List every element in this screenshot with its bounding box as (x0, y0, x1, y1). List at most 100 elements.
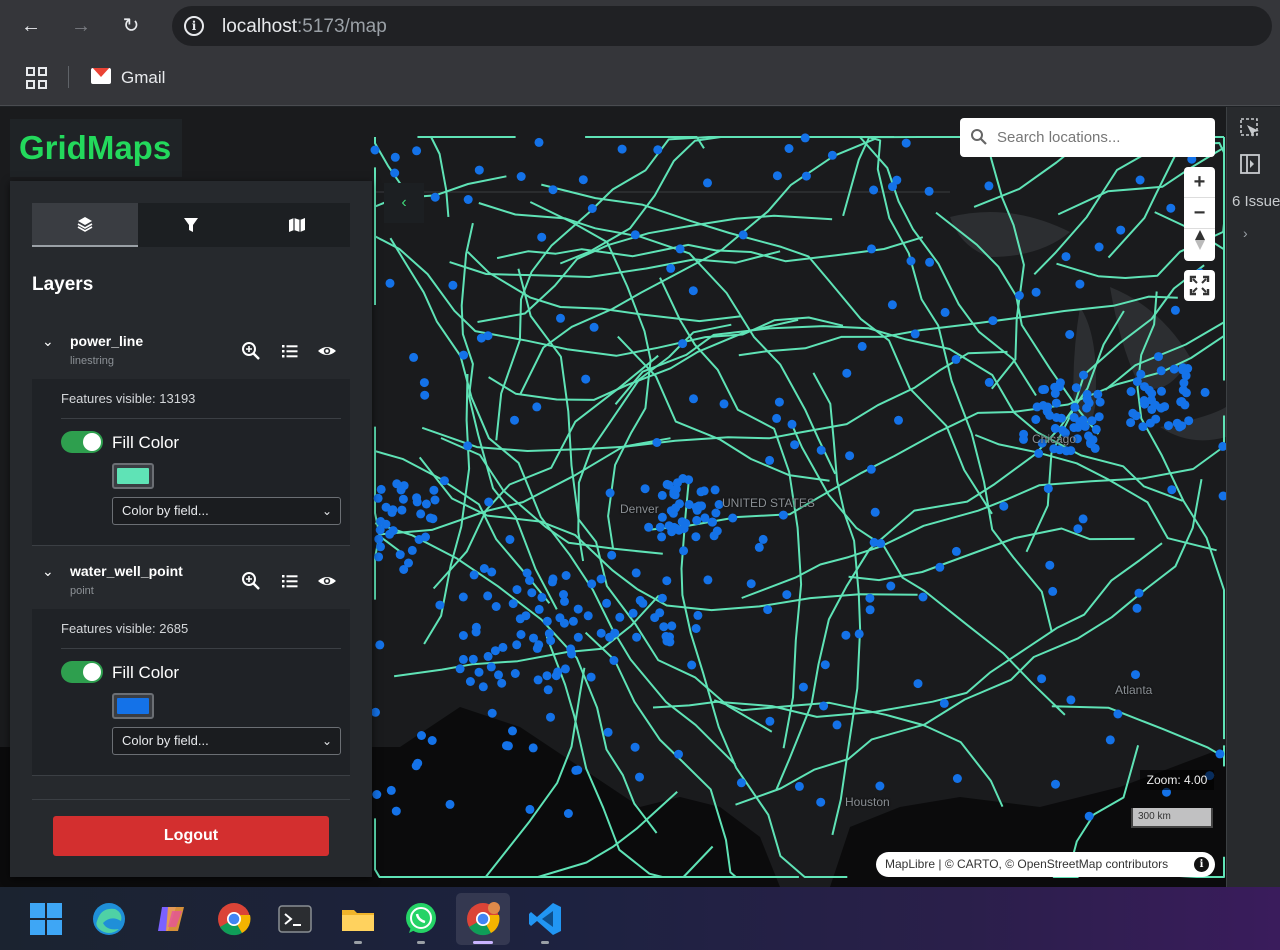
layer-header-water-well-point: ⌄ water_well_point point (32, 557, 350, 613)
url-text[interactable]: localhost:5173/map (222, 16, 387, 38)
chrome-icon[interactable] (216, 901, 252, 937)
water-well-feature (427, 736, 437, 745)
water-well-feature (1040, 384, 1050, 394)
fullscreen-button[interactable] (1184, 270, 1215, 301)
water-well-feature (429, 485, 439, 495)
water-well-feature (1200, 387, 1210, 397)
attribute-list-icon[interactable] (280, 341, 302, 363)
water-well-feature (404, 558, 413, 568)
forward-arrow-icon[interactable]: → (66, 12, 96, 40)
water-well-feature (1131, 670, 1140, 680)
layer-settings-power-line: Features visible: 13193 Fill Color Color… (32, 379, 350, 545)
chrome-profile-icon[interactable] (465, 901, 501, 937)
water-well-feature (924, 186, 934, 196)
water-well-feature (675, 244, 685, 254)
terminal-icon[interactable] (277, 901, 313, 937)
apps-grid-icon[interactable] (26, 67, 48, 89)
water-well-feature (746, 579, 756, 589)
site-info-icon[interactable]: i (184, 16, 204, 36)
running-indicator (417, 941, 425, 944)
edge-browser-icon[interactable] (91, 901, 127, 937)
water-well-feature (573, 604, 583, 614)
info-icon[interactable]: i (1194, 857, 1209, 872)
search-input[interactable]: Search locations... (997, 129, 1120, 146)
city-label-denver: Denver (620, 502, 659, 516)
maplibre-link[interactable]: MapLibre (885, 857, 935, 871)
browser-toolbar: ← → ↻ i localhost:5173/map (0, 0, 1280, 52)
water-well-feature (693, 610, 703, 620)
fullscreen-icon (1189, 275, 1210, 296)
zoom-to-layer-icon[interactable] (241, 571, 263, 593)
whatsapp-icon[interactable] (403, 901, 439, 937)
water-well-feature (782, 590, 792, 600)
water-well-feature (1091, 424, 1101, 434)
fill-color-swatch[interactable] (112, 693, 154, 719)
features-visible-count: Features visible: 13193 (61, 391, 196, 406)
map-canvas[interactable]: UNITED STATES Denver Chicago Atlanta Hou… (0, 107, 1226, 887)
copilot-icon[interactable] (154, 901, 190, 937)
water-well-feature (679, 546, 689, 556)
tab-filters[interactable] (138, 203, 244, 247)
water-well-feature (763, 605, 773, 615)
water-well-feature (510, 415, 519, 425)
zoom-to-layer-icon[interactable] (241, 341, 263, 363)
water-well-feature (765, 716, 775, 726)
chevron-down-icon[interactable]: ⌄ (42, 563, 56, 579)
water-well-feature (573, 632, 583, 642)
fill-color-toggle[interactable] (61, 431, 103, 453)
color-by-field-select[interactable]: Color by field... ⌄ (112, 727, 341, 755)
water-well-feature (527, 588, 537, 598)
toggle-sidebar-icon[interactable] (1239, 153, 1261, 175)
water-well-feature (1071, 383, 1081, 393)
vscode-icon[interactable] (527, 901, 563, 937)
chevron-down-icon: ⌄ (321, 734, 332, 748)
zoom-controls: + − (1184, 167, 1215, 261)
visibility-eye-icon[interactable] (317, 571, 339, 593)
chevron-right-icon[interactable]: › (1243, 225, 1248, 241)
logout-button[interactable]: Logout (53, 816, 329, 856)
water-well-feature (1055, 445, 1065, 455)
fill-color-toggle[interactable] (61, 661, 103, 683)
osm-link[interactable]: OpenStreetMap (1017, 857, 1102, 871)
collapse-panel-button[interactable]: ‹ (384, 183, 424, 223)
file-explorer-icon[interactable] (340, 901, 376, 937)
water-well-feature (892, 175, 902, 185)
water-well-feature (692, 505, 702, 515)
water-well-feature (772, 413, 782, 423)
water-well-feature (790, 440, 800, 450)
water-well-feature (635, 772, 644, 782)
water-well-feature (778, 510, 788, 520)
zoom-out-button[interactable]: − (1184, 198, 1215, 229)
gmail-icon[interactable] (91, 68, 111, 84)
color-by-field-select[interactable]: Color by field... ⌄ (112, 497, 341, 525)
address-bar[interactable]: i localhost:5173/map (172, 6, 1272, 46)
back-arrow-icon[interactable]: ← (16, 12, 46, 40)
chevron-down-icon[interactable]: ⌄ (42, 333, 56, 349)
tab-layers[interactable] (32, 203, 138, 247)
visibility-eye-icon[interactable] (317, 341, 339, 363)
attribute-list-icon[interactable] (280, 571, 302, 593)
windows-start-icon[interactable] (28, 901, 64, 937)
water-well-feature (414, 535, 424, 544)
fill-color-swatch[interactable] (112, 463, 154, 489)
tab-basemap[interactable] (244, 203, 350, 247)
issues-count[interactable]: 6 Issue (1232, 193, 1280, 210)
water-well-feature (865, 593, 875, 603)
divider (32, 799, 350, 800)
bookmark-gmail[interactable]: Gmail (121, 68, 165, 88)
water-well-feature (385, 529, 395, 539)
water-well-feature (827, 150, 837, 160)
reload-icon[interactable]: ↻ (116, 12, 146, 40)
water-well-feature (516, 630, 526, 639)
water-well-feature (376, 542, 385, 552)
water-well-feature (628, 608, 638, 618)
layers-icon (77, 217, 93, 232)
water-well-feature (657, 593, 667, 603)
inspect-element-icon[interactable] (1239, 117, 1261, 139)
search-box[interactable]: Search locations... (960, 118, 1215, 157)
zoom-in-button[interactable]: + (1184, 167, 1215, 198)
compass-button[interactable] (1184, 229, 1215, 260)
water-well-feature (667, 621, 677, 631)
divider (61, 648, 341, 649)
water-well-feature (1181, 388, 1191, 398)
